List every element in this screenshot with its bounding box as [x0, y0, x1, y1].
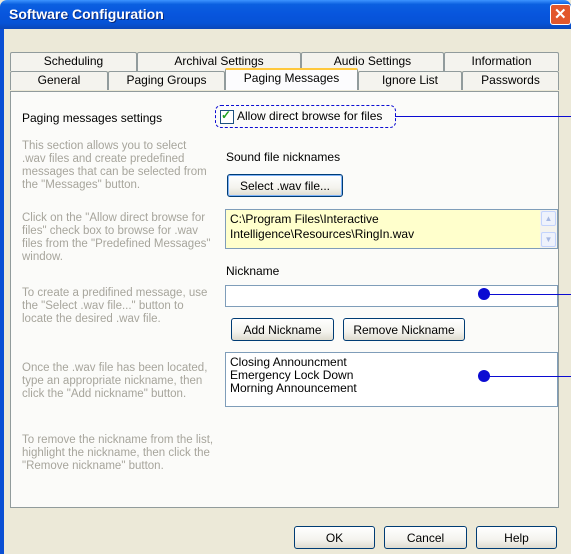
help-text-remove: To remove the nickname from the list, hi…: [22, 434, 214, 472]
window-title: Software Configuration: [9, 6, 164, 22]
tab-ignore-list[interactable]: Ignore List: [358, 71, 462, 90]
close-icon: ✕: [554, 6, 567, 23]
checkbox-box[interactable]: ✓: [220, 108, 234, 124]
window-frame: [0, 29, 4, 554]
help-text-intro: This section allows you to select .wav f…: [22, 140, 207, 191]
ok-button[interactable]: OK: [294, 526, 375, 549]
checkmark-icon: ✓: [221, 108, 232, 122]
help-text-nickname: Once the .wav file has been located, typ…: [22, 362, 208, 400]
paging-messages-panel: Paging messages settings This section al…: [10, 91, 559, 508]
tab-paging-groups[interactable]: Paging Groups: [108, 71, 225, 90]
path-scrollbar[interactable]: ▲ ▼: [540, 210, 557, 248]
nickname-input[interactable]: [225, 285, 558, 307]
tab-passwords[interactable]: Passwords: [462, 71, 559, 90]
add-nickname-button[interactable]: Add Nickname: [231, 318, 334, 341]
tab-general[interactable]: General: [10, 71, 108, 90]
callout-line-checkbox: [395, 116, 571, 117]
section-title: Paging messages settings: [22, 111, 163, 125]
callout-line-nickname: [484, 294, 571, 295]
wav-path-text: C:\Program Files\Interactive Intelligenc…: [230, 212, 415, 241]
help-text-create: To create a predifined message, use the …: [22, 287, 208, 325]
title-bar[interactable]: Software Configuration ✕: [0, 0, 571, 29]
list-item[interactable]: Morning Announcement: [230, 382, 357, 395]
allow-browse-checkbox[interactable]: ✓ Allow direct browse for files: [215, 105, 396, 128]
nickname-listbox[interactable]: Closing Announcment Emergency Lock Down …: [225, 352, 558, 407]
sound-file-nicknames-label: Sound file nicknames: [226, 150, 341, 164]
close-button[interactable]: ✕: [550, 4, 571, 25]
cancel-button[interactable]: Cancel: [384, 526, 467, 549]
callout-line-list: [484, 376, 571, 377]
select-wav-file-button[interactable]: Select .wav file...: [227, 174, 343, 197]
tab-scheduling[interactable]: Scheduling: [10, 52, 137, 71]
software-configuration-dialog: Software Configuration ✕ Scheduling Arch…: [0, 0, 571, 554]
nickname-label: Nickname: [226, 264, 280, 278]
scroll-down-icon[interactable]: ▼: [541, 232, 556, 247]
scroll-up-icon[interactable]: ▲: [541, 211, 556, 226]
tab-information[interactable]: Information: [444, 52, 559, 71]
allow-browse-label: Allow direct browse for files: [237, 109, 383, 123]
wav-path-display: C:\Program Files\Interactive Intelligenc…: [225, 209, 558, 249]
tab-paging-messages[interactable]: Paging Messages: [225, 68, 358, 90]
remove-nickname-button[interactable]: Remove Nickname: [343, 318, 465, 341]
help-text-browse: Click on the "Allow direct browse for fi…: [22, 212, 211, 263]
help-button[interactable]: Help: [476, 526, 557, 549]
